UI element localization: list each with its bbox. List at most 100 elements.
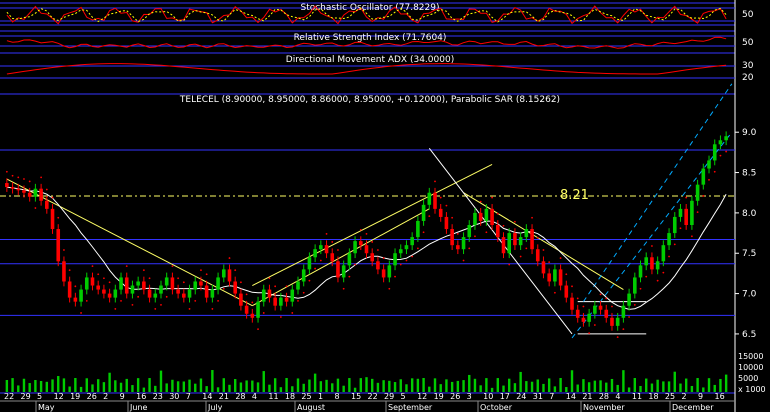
volume-bar xyxy=(239,382,243,392)
volume-bar xyxy=(479,385,482,392)
candle-body xyxy=(50,208,55,230)
sar-dot xyxy=(165,295,168,298)
sar-dot xyxy=(257,328,259,330)
month-label: July xyxy=(207,403,223,412)
x-tick-label: 19 xyxy=(70,392,80,401)
candle-body xyxy=(490,208,494,225)
sar-dot xyxy=(91,265,94,268)
price-y-axis: 9.0 8.5 8.0 7.5 7.0 6.5 xyxy=(735,128,757,340)
sar-dot xyxy=(217,299,219,302)
volume-bar xyxy=(348,378,351,392)
candle-body xyxy=(39,188,43,201)
sar-dot xyxy=(548,261,551,264)
sar-dot xyxy=(40,176,43,179)
volume-tick-5000: 5000 xyxy=(738,374,758,383)
volume-bar xyxy=(108,372,111,392)
candle-body xyxy=(604,309,609,318)
candle-body xyxy=(518,237,523,246)
volume-bar xyxy=(228,384,231,392)
candle-body xyxy=(678,208,683,217)
sar-dot xyxy=(262,312,265,314)
sar-dot xyxy=(559,257,562,259)
sar-dot xyxy=(633,303,636,306)
candle-body xyxy=(358,241,363,246)
volume-bar xyxy=(296,378,300,392)
candle-body xyxy=(164,277,169,286)
volume-bar xyxy=(39,381,43,392)
candle-body xyxy=(56,229,61,262)
sar-dot xyxy=(222,287,225,290)
candle-body xyxy=(90,277,95,286)
x-tick-label: 21 xyxy=(219,392,229,401)
candle-body xyxy=(513,233,517,246)
volume-bar xyxy=(587,382,591,392)
volume-tick-x1000: x 1000 xyxy=(738,385,766,394)
x-tick-label: 11 xyxy=(268,392,278,401)
candle-body xyxy=(387,265,392,278)
sar-dot xyxy=(68,269,71,272)
volume-bar xyxy=(165,383,168,392)
x-tick-label: 18 xyxy=(285,392,295,401)
sar-dot xyxy=(719,154,722,157)
sar-dot xyxy=(188,308,191,310)
sar-dot xyxy=(11,174,14,177)
volume-bar xyxy=(599,380,602,392)
sar-dot xyxy=(45,188,48,191)
price-panel: TELECEL (8.90000, 8.95000, 8.86000, 8.95… xyxy=(0,83,757,340)
price-y-tick-label: 8.0 xyxy=(742,209,757,219)
sar-dot xyxy=(177,277,180,280)
candle-body xyxy=(22,190,26,193)
sar-dot xyxy=(319,259,322,262)
month-label: August xyxy=(297,403,325,412)
x-tick-label: 25 xyxy=(301,392,311,401)
sar-dot xyxy=(542,249,545,251)
volume-bar xyxy=(28,383,31,392)
candle-body xyxy=(296,281,300,290)
month-label: September xyxy=(388,403,433,412)
sar-dot xyxy=(148,277,151,280)
volume-bar xyxy=(508,378,511,392)
candle-body xyxy=(313,249,317,258)
sar-dot xyxy=(245,293,248,296)
candle-body xyxy=(587,313,591,322)
volume-bar xyxy=(405,384,408,392)
volume-bar xyxy=(576,384,579,392)
volume-bar xyxy=(690,385,694,392)
candle-body xyxy=(655,261,660,270)
candle-body xyxy=(284,297,289,302)
volume-bar xyxy=(410,378,414,392)
candle-body xyxy=(444,216,449,230)
candlesticks xyxy=(5,131,728,331)
volume-bar xyxy=(593,380,597,392)
volume-tick-10000: 10000 xyxy=(738,363,763,372)
sar-dot xyxy=(388,287,391,290)
sar-dot xyxy=(80,312,82,314)
x-tick-label: 10 xyxy=(483,392,493,401)
volume-bar xyxy=(428,386,431,392)
x-tick-label: 21 xyxy=(582,392,592,401)
volume-bar xyxy=(159,370,163,392)
x-tick-label: 31 xyxy=(533,392,543,401)
sar-dot xyxy=(411,255,414,258)
x-tick-label: 18 xyxy=(648,392,658,401)
reference-level-label: 8.21 xyxy=(560,188,589,203)
volume-bar xyxy=(51,379,54,392)
sar-dot xyxy=(63,249,65,251)
sar-dot xyxy=(285,285,288,288)
price-y-tick-label: 7.5 xyxy=(742,249,756,259)
volume-bar xyxy=(325,379,328,392)
candle-body xyxy=(244,305,249,314)
volume-bar xyxy=(456,380,460,392)
volume-bar xyxy=(707,378,711,392)
volume-bar xyxy=(17,385,20,392)
x-tick-label: 2 xyxy=(103,392,108,401)
sar-dot xyxy=(342,287,345,290)
x-tick-label: 22 xyxy=(4,392,14,401)
sar-dot xyxy=(394,275,396,278)
candle-body xyxy=(581,317,586,322)
month-label: June xyxy=(129,403,148,412)
volume-bar xyxy=(462,380,465,392)
sar-dot xyxy=(354,263,356,266)
volume-bar xyxy=(422,378,425,392)
candle-body xyxy=(324,245,329,254)
